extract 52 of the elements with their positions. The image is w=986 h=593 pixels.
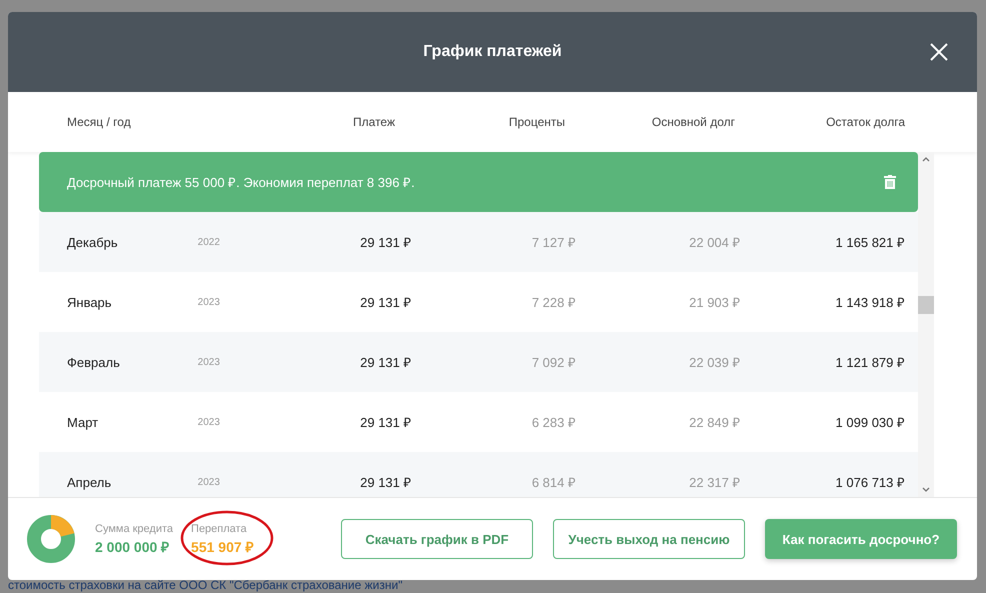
payment-cell-text: 29 131 ₽ xyxy=(359,234,412,251)
balance-cell-text: 1 076 713 ₽ xyxy=(834,474,905,491)
principal-cell-text: 21 903 ₽ xyxy=(688,294,740,311)
principal-cell-text: 22 039 ₽ xyxy=(688,354,740,371)
month-cell-text: Февраль xyxy=(67,354,121,370)
interest-cell-text: 7 092 ₽ xyxy=(530,354,576,371)
payment-cell-text: 29 131 ₽ xyxy=(359,294,412,311)
balance-cell-text: 1 165 821 ₽ xyxy=(834,234,905,251)
year-cell-text: 2023 xyxy=(198,356,221,368)
principal-cell-text: 22 849 ₽ xyxy=(688,414,740,431)
action-button[interactable]: Учесть выход на пенсию xyxy=(553,519,745,559)
principal-cell-text: 22 317 ₽ xyxy=(688,474,740,491)
scrollbar-thumb[interactable] xyxy=(918,296,934,314)
interest-cell-text: 7 228 ₽ xyxy=(530,294,576,311)
month-cell-text: Апрель xyxy=(67,474,112,490)
donut-drawing xyxy=(27,515,75,563)
column-header: Основной долг xyxy=(650,115,735,129)
year-cell-text: 2022 xyxy=(198,236,221,248)
year-cell-text: 2023 xyxy=(198,476,221,488)
scroll-up-icon[interactable] xyxy=(921,156,931,162)
early-payment-text: Досрочный платеж 55 000 ₽. Экономия переплат 8 396 ₽. xyxy=(67,174,415,191)
month-cell-text: Март xyxy=(67,414,100,430)
background-link-text[interactable]: стоимость страховки на сайте ООО СК "Сбербанк страхование жизни" xyxy=(8,579,977,592)
balance-cell-text: 1 143 918 ₽ xyxy=(834,294,905,311)
trash-icon[interactable] xyxy=(884,175,896,189)
interest-cell-text: 6 283 ₽ xyxy=(530,414,576,431)
action-button[interactable]: Скачать график в PDF xyxy=(341,519,533,559)
interest-cell-text: 6 814 ₽ xyxy=(530,474,576,491)
modal-title: График платежей xyxy=(423,43,562,61)
balance-cell-text: 1 099 030 ₽ xyxy=(834,414,905,431)
year-cell-text: 2023 xyxy=(198,416,221,428)
column-header: Месяц / год xyxy=(67,115,132,129)
payment-cell-text: 29 131 ₽ xyxy=(359,474,412,491)
overpayment-amount: 551 907 ₽ xyxy=(191,538,254,556)
month-cell-text: Январь xyxy=(67,294,113,310)
interest-cell-text: 7 127 ₽ xyxy=(530,234,576,251)
column-header: Платеж xyxy=(352,115,395,129)
overpayment-label: Переплата xyxy=(191,522,248,534)
principal-cell-text: 22 004 ₽ xyxy=(688,234,740,251)
year-cell-text: 2023 xyxy=(198,296,221,308)
loan-amount: 2 000 000 ₽ xyxy=(95,538,170,556)
payment-cell-text: 29 131 ₽ xyxy=(359,414,412,431)
payment-cell-text: 29 131 ₽ xyxy=(359,354,412,371)
action-button[interactable]: Как погасить досрочно? xyxy=(765,519,957,559)
column-header: Проценты xyxy=(508,115,565,129)
column-header: Остаток долга xyxy=(825,115,905,129)
balance-cell-text: 1 121 879 ₽ xyxy=(834,354,905,371)
scrollbar[interactable] xyxy=(918,152,934,497)
scroll-down-icon[interactable] xyxy=(921,487,931,493)
loan-label: Сумма кредита xyxy=(95,522,174,534)
close-icon[interactable] xyxy=(930,43,948,61)
month-cell-text: Декабрь xyxy=(67,234,119,250)
